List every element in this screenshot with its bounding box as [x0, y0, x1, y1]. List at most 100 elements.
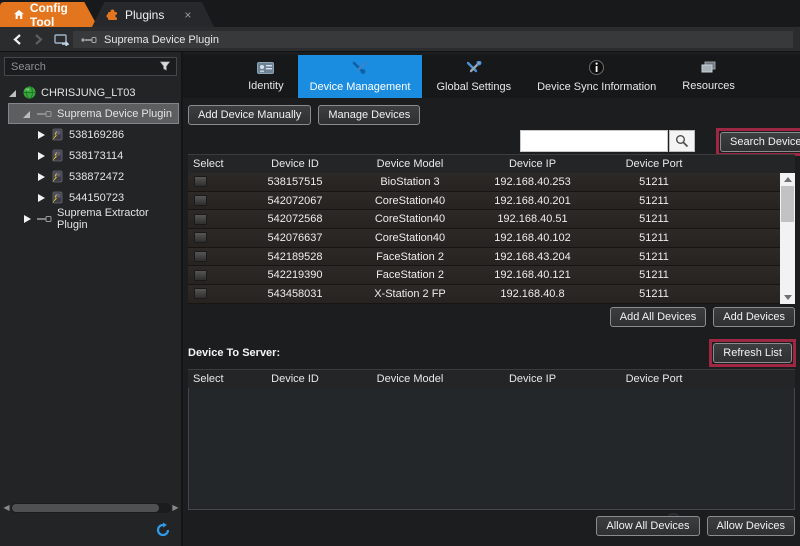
tab-identity[interactable]: Identity: [236, 55, 295, 98]
row-select-checkbox[interactable]: [194, 251, 207, 262]
row-select-checkbox[interactable]: [194, 270, 207, 281]
tab-config-tool[interactable]: Config Tool: [0, 2, 98, 27]
allow-devices-button[interactable]: Allow Devices: [707, 516, 795, 536]
cell-device-port: 51211: [595, 232, 713, 244]
forward-button[interactable]: [28, 29, 50, 49]
column-header-device-ip: Device IP: [470, 373, 595, 385]
tree-item-label: 538169286: [69, 129, 124, 141]
caret-collapsed-icon[interactable]: [36, 151, 46, 161]
refresh-list-button[interactable]: Refresh List: [713, 343, 792, 363]
column-header-device-port: Device Port: [595, 158, 713, 170]
tree-item-544150723[interactable]: 544150723: [0, 187, 181, 208]
back-button[interactable]: [6, 29, 28, 49]
discovered-devices-table: SelectDevice IDDevice ModelDevice IPDevi…: [188, 154, 795, 304]
column-header-device-port: Device Port: [595, 373, 713, 385]
tab-plugins[interactable]: Plugins ×: [92, 2, 214, 27]
add-devices-button[interactable]: Add Devices: [713, 307, 795, 327]
vscroll-thumb[interactable]: [781, 186, 794, 222]
cell-device-model: CoreStation40: [350, 213, 470, 225]
row-select-checkbox[interactable]: [194, 214, 207, 225]
hscroll-thumb[interactable]: [12, 504, 159, 512]
cell-device-id: 542189528: [240, 251, 350, 263]
tab-global-settings[interactable]: Global Settings: [424, 55, 523, 98]
caret-collapsed-icon[interactable]: [36, 130, 46, 140]
breadcrumb[interactable]: Suprema Device Plugin: [72, 30, 794, 49]
main-content: Identity Device Management Global Settings…: [183, 52, 800, 546]
scroll-right-icon[interactable]: ▶: [171, 502, 180, 514]
sidebar-horizontal-scrollbar[interactable]: ◀ ▶: [2, 502, 180, 514]
column-header-device-id: Device ID: [240, 158, 350, 170]
caret-collapsed-icon[interactable]: [36, 172, 46, 182]
row-select-checkbox[interactable]: [194, 232, 207, 243]
table-row[interactable]: 542219390FaceStation 2192.168.40.1215121…: [188, 266, 795, 285]
cell-device-model: X-Station 2 FP: [350, 288, 470, 300]
sidebar: CHRISJUNG_LT03Suprema Device Plugin 53816…: [0, 52, 182, 546]
open-window-icon[interactable]: [50, 29, 72, 49]
table-row[interactable]: 538157515BioStation 3192.168.40.25351211: [188, 173, 795, 192]
table-header: SelectDevice IDDevice ModelDevice IPDevi…: [188, 154, 795, 173]
tree-item-label: 544150723: [69, 192, 124, 204]
navigation-bar: Suprema Device Plugin: [0, 27, 800, 52]
filter-funnel-icon[interactable]: [159, 60, 171, 73]
cell-device-port: 51211: [595, 195, 713, 207]
magnifier-icon: [675, 134, 689, 148]
info-icon: [589, 60, 604, 78]
cell-device-id: 542219390: [240, 269, 350, 281]
column-header-device-id: Device ID: [240, 373, 350, 385]
cell-device-id: 542076637: [240, 232, 350, 244]
row-select-checkbox[interactable]: [194, 195, 207, 206]
add-all-devices-button[interactable]: Add All Devices: [610, 307, 706, 327]
breadcrumb-label: Suprema Device Plugin: [104, 34, 219, 46]
allow-all-devices-button[interactable]: Allow All Devices: [596, 516, 699, 536]
allow-buttons-row: Allow All Devices Allow Devices: [596, 516, 795, 536]
tree-item-538169286[interactable]: 538169286: [0, 124, 181, 145]
tab-label: Device Management: [310, 81, 411, 93]
table-row[interactable]: 542076637CoreStation40192.168.40.1025121…: [188, 229, 795, 248]
content-tab-bar: Identity Device Management Global Settings…: [183, 55, 800, 98]
scroll-left-icon[interactable]: ◀: [2, 502, 11, 514]
caret-expanded-icon[interactable]: [8, 88, 18, 98]
tab-device-sync-information[interactable]: Device Sync Information: [525, 55, 668, 98]
cell-device-model: CoreStation40: [350, 232, 470, 244]
tree-item-label: Suprema Extractor Plugin: [57, 207, 181, 231]
tree-item-chrisjung-lt03[interactable]: CHRISJUNG_LT03: [0, 82, 181, 103]
sidebar-search-input[interactable]: [5, 61, 159, 73]
cell-device-ip: 192.168.40.121: [470, 269, 595, 281]
caret-expanded-icon[interactable]: [22, 109, 32, 119]
search-devices-annotation: Search Devices: [716, 128, 800, 156]
table-row[interactable]: 542072067CoreStation40192.168.40.2015121…: [188, 192, 795, 211]
device-tools-icon: [352, 61, 368, 78]
add-buttons-row: Add All Devices Add Devices: [610, 307, 795, 327]
table-vertical-scrollbar[interactable]: [780, 173, 795, 304]
close-tab-icon[interactable]: ×: [184, 8, 191, 22]
device-icon: [51, 149, 64, 162]
manage-devices-button[interactable]: Manage Devices: [318, 105, 420, 125]
tree-item-538173114[interactable]: 538173114: [0, 145, 181, 166]
tree-item-label: 538173114: [69, 150, 123, 162]
sidebar-refresh-icon[interactable]: [155, 522, 171, 538]
tab-resources[interactable]: Resources: [670, 55, 747, 98]
device-toolbar: Add Device Manually Manage Devices: [188, 105, 420, 125]
add-device-manually-button[interactable]: Add Device Manually: [188, 105, 311, 125]
caret-collapsed-icon[interactable]: [36, 193, 46, 203]
device-search-input[interactable]: [520, 130, 668, 152]
tree-item-suprema-extractor-plugin[interactable]: Suprema Extractor Plugin: [0, 208, 181, 229]
cell-device-port: 51211: [595, 269, 713, 281]
table-row[interactable]: 542072568CoreStation40192.168.40.5151211: [188, 210, 795, 229]
tree-item-suprema-device-plugin[interactable]: Suprema Device Plugin: [0, 103, 181, 124]
search-magnifier-button[interactable]: [669, 130, 695, 152]
table-row[interactable]: 543458031X-Station 2 FP192.168.40.851211: [188, 285, 795, 304]
row-select-checkbox[interactable]: [194, 288, 207, 299]
search-devices-button[interactable]: Search Devices: [720, 132, 800, 152]
caret-collapsed-icon[interactable]: [22, 214, 32, 224]
row-select-checkbox[interactable]: [194, 176, 207, 187]
plugin-icon: [37, 215, 52, 223]
table-row[interactable]: 542189528FaceStation 2192.168.43.2045121…: [188, 248, 795, 267]
tab-device-management[interactable]: Device Management: [298, 55, 423, 98]
column-header-device-ip: Device IP: [470, 158, 595, 170]
tab-plugins-label: Plugins: [125, 8, 164, 22]
tree-item-538872472[interactable]: 538872472: [0, 166, 181, 187]
scroll-down-icon[interactable]: [780, 291, 795, 304]
scroll-up-icon[interactable]: [780, 173, 795, 186]
table-body: 538157515BioStation 3192.168.40.25351211…: [188, 173, 795, 304]
